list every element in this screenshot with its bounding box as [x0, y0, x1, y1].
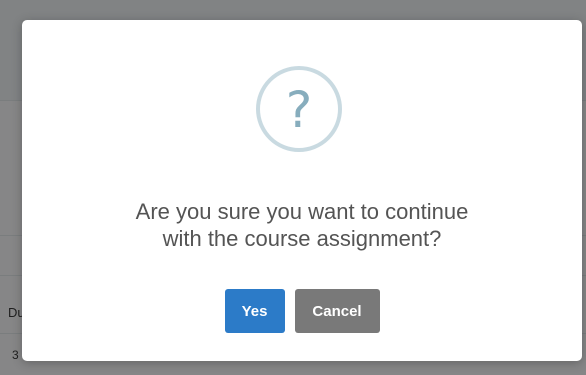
page: Du 3 ? Are you sure you want to continue…	[0, 0, 586, 375]
dialog-message-line-2: with the course assignment?	[162, 226, 442, 251]
dialog-message: Are you sure you want to continue with t…	[22, 198, 582, 252]
question-icon: ?	[256, 66, 342, 152]
question-mark-glyph: ?	[285, 81, 313, 139]
yes-button[interactable]: Yes	[224, 289, 285, 333]
confirmation-dialog: ? Are you sure you want to continue with…	[22, 20, 582, 361]
dialog-actions: Yes Cancel	[22, 289, 582, 333]
dialog-message-line-1: Are you sure you want to continue	[135, 199, 469, 224]
cancel-button[interactable]: Cancel	[294, 289, 380, 333]
